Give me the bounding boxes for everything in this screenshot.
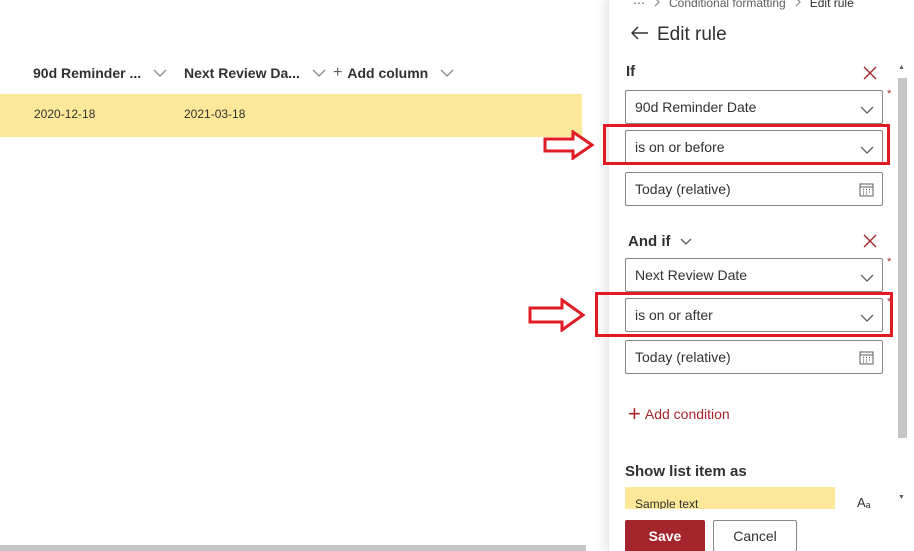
condition-2-operator-dropdown[interactable]: is on or after	[625, 298, 883, 332]
column-header-label: 90d Reminder ...	[33, 65, 142, 81]
cancel-button[interactable]: Cancel	[713, 520, 797, 551]
column-header-90d-reminder[interactable]: 90d Reminder ...	[33, 62, 167, 84]
breadcrumb: ⋯ Conditional formatting Edit rule	[633, 0, 854, 12]
remove-condition-icon[interactable]	[862, 233, 878, 249]
breadcrumb-conditional-formatting[interactable]: Conditional formatting	[669, 0, 786, 10]
required-marker: *	[887, 256, 892, 268]
condition-2-date-field[interactable]: Today (relative)	[625, 340, 883, 374]
scroll-up-icon[interactable]: ▲	[898, 64, 905, 71]
calendar-icon[interactable]	[859, 350, 874, 368]
and-if-label: And if	[628, 233, 671, 250]
condition-1-operator-dropdown[interactable]: is on or before	[625, 130, 883, 164]
date-value: Today (relative)	[635, 181, 731, 197]
back-arrow-icon[interactable]	[630, 24, 649, 46]
chevron-down-icon	[680, 233, 692, 250]
panel-footer: Save Cancel	[609, 510, 914, 551]
and-if-selector[interactable]: And if	[628, 233, 692, 250]
chevron-down-icon	[860, 102, 874, 118]
scrollbar-thumb[interactable]	[898, 78, 907, 438]
required-marker: *	[887, 88, 892, 100]
add-column-button[interactable]: + Add column	[333, 62, 454, 84]
add-column-label: Add column	[347, 65, 429, 81]
chevron-down-icon	[153, 65, 167, 81]
more-options-icon[interactable]: ⋯	[633, 0, 645, 10]
annotation-arrow	[528, 298, 586, 332]
annotation-arrow	[543, 130, 595, 160]
chevron-down-icon	[312, 65, 326, 81]
panel-scrollbar[interactable]: ▲ ▼	[895, 60, 909, 510]
plus-icon: +	[628, 401, 641, 426]
dropdown-value: Next Review Date	[635, 267, 748, 283]
dropdown-value: is on or after	[635, 307, 713, 323]
scroll-down-icon[interactable]: ▼	[898, 494, 905, 501]
save-button[interactable]: Save	[625, 520, 705, 551]
chevron-down-icon	[860, 142, 874, 158]
chevron-down-icon	[860, 270, 874, 286]
list-view: 90d Reminder ... Next Review Da... + Add…	[0, 0, 608, 551]
if-label: If	[626, 63, 636, 80]
sample-text: Sample text	[635, 497, 699, 509]
chevron-right-icon	[795, 0, 801, 10]
horizontal-scrollbar[interactable]	[0, 545, 586, 551]
panel-title: Edit rule	[630, 24, 727, 46]
breadcrumb-edit-rule: Edit rule	[809, 0, 854, 10]
condition-1-date-field[interactable]: Today (relative)	[625, 172, 883, 206]
show-list-item-as-heading: Show list item as	[625, 463, 747, 480]
add-condition-label: Add condition	[644, 406, 730, 422]
cell-next-review-date: 2021-03-18	[184, 107, 246, 121]
sample-preview: Sample text	[625, 487, 835, 509]
column-header-next-review[interactable]: Next Review Da...	[184, 62, 326, 84]
condition-2-field-dropdown[interactable]: Next Review Date	[625, 258, 883, 292]
dropdown-value: 90d Reminder Date	[635, 99, 757, 115]
calendar-icon[interactable]	[859, 182, 874, 200]
edit-rule-panel: ⋯ Conditional formatting Edit rule Edit …	[595, 0, 914, 551]
condition-1-field-dropdown[interactable]: 90d Reminder Date	[625, 90, 883, 124]
remove-condition-icon[interactable]	[862, 65, 878, 81]
title-text: Edit rule	[657, 24, 727, 45]
required-marker: *	[887, 296, 892, 308]
chevron-down-icon	[440, 65, 454, 81]
date-value: Today (relative)	[635, 349, 731, 365]
chevron-down-icon	[860, 310, 874, 326]
font-format-icon[interactable]: Aₐ	[857, 495, 871, 510]
plus-icon: +	[333, 64, 343, 81]
column-header-label: Next Review Da...	[184, 65, 300, 81]
chevron-right-icon	[654, 0, 660, 10]
cell-90d-reminder-date: 2020-12-18	[34, 107, 96, 121]
add-condition-button[interactable]: + Add condition	[628, 401, 730, 426]
dropdown-value: is on or before	[635, 139, 725, 155]
